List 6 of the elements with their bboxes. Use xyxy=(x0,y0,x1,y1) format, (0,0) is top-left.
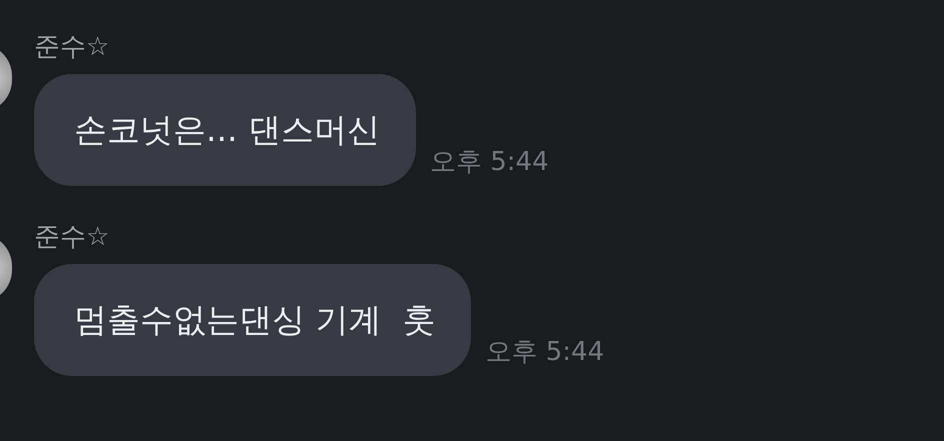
sender-name: 준수☆ xyxy=(34,31,110,64)
message-bubble: 손코넛은... 댄스머신 xyxy=(34,74,416,186)
message-time: 오후 5:44 xyxy=(485,336,604,369)
message-bubble: 멈출수없는댄싱 기계 훗 xyxy=(34,264,472,376)
message-time: 오후 5:44 xyxy=(430,146,549,179)
sender-name: 준수☆ xyxy=(34,221,110,254)
